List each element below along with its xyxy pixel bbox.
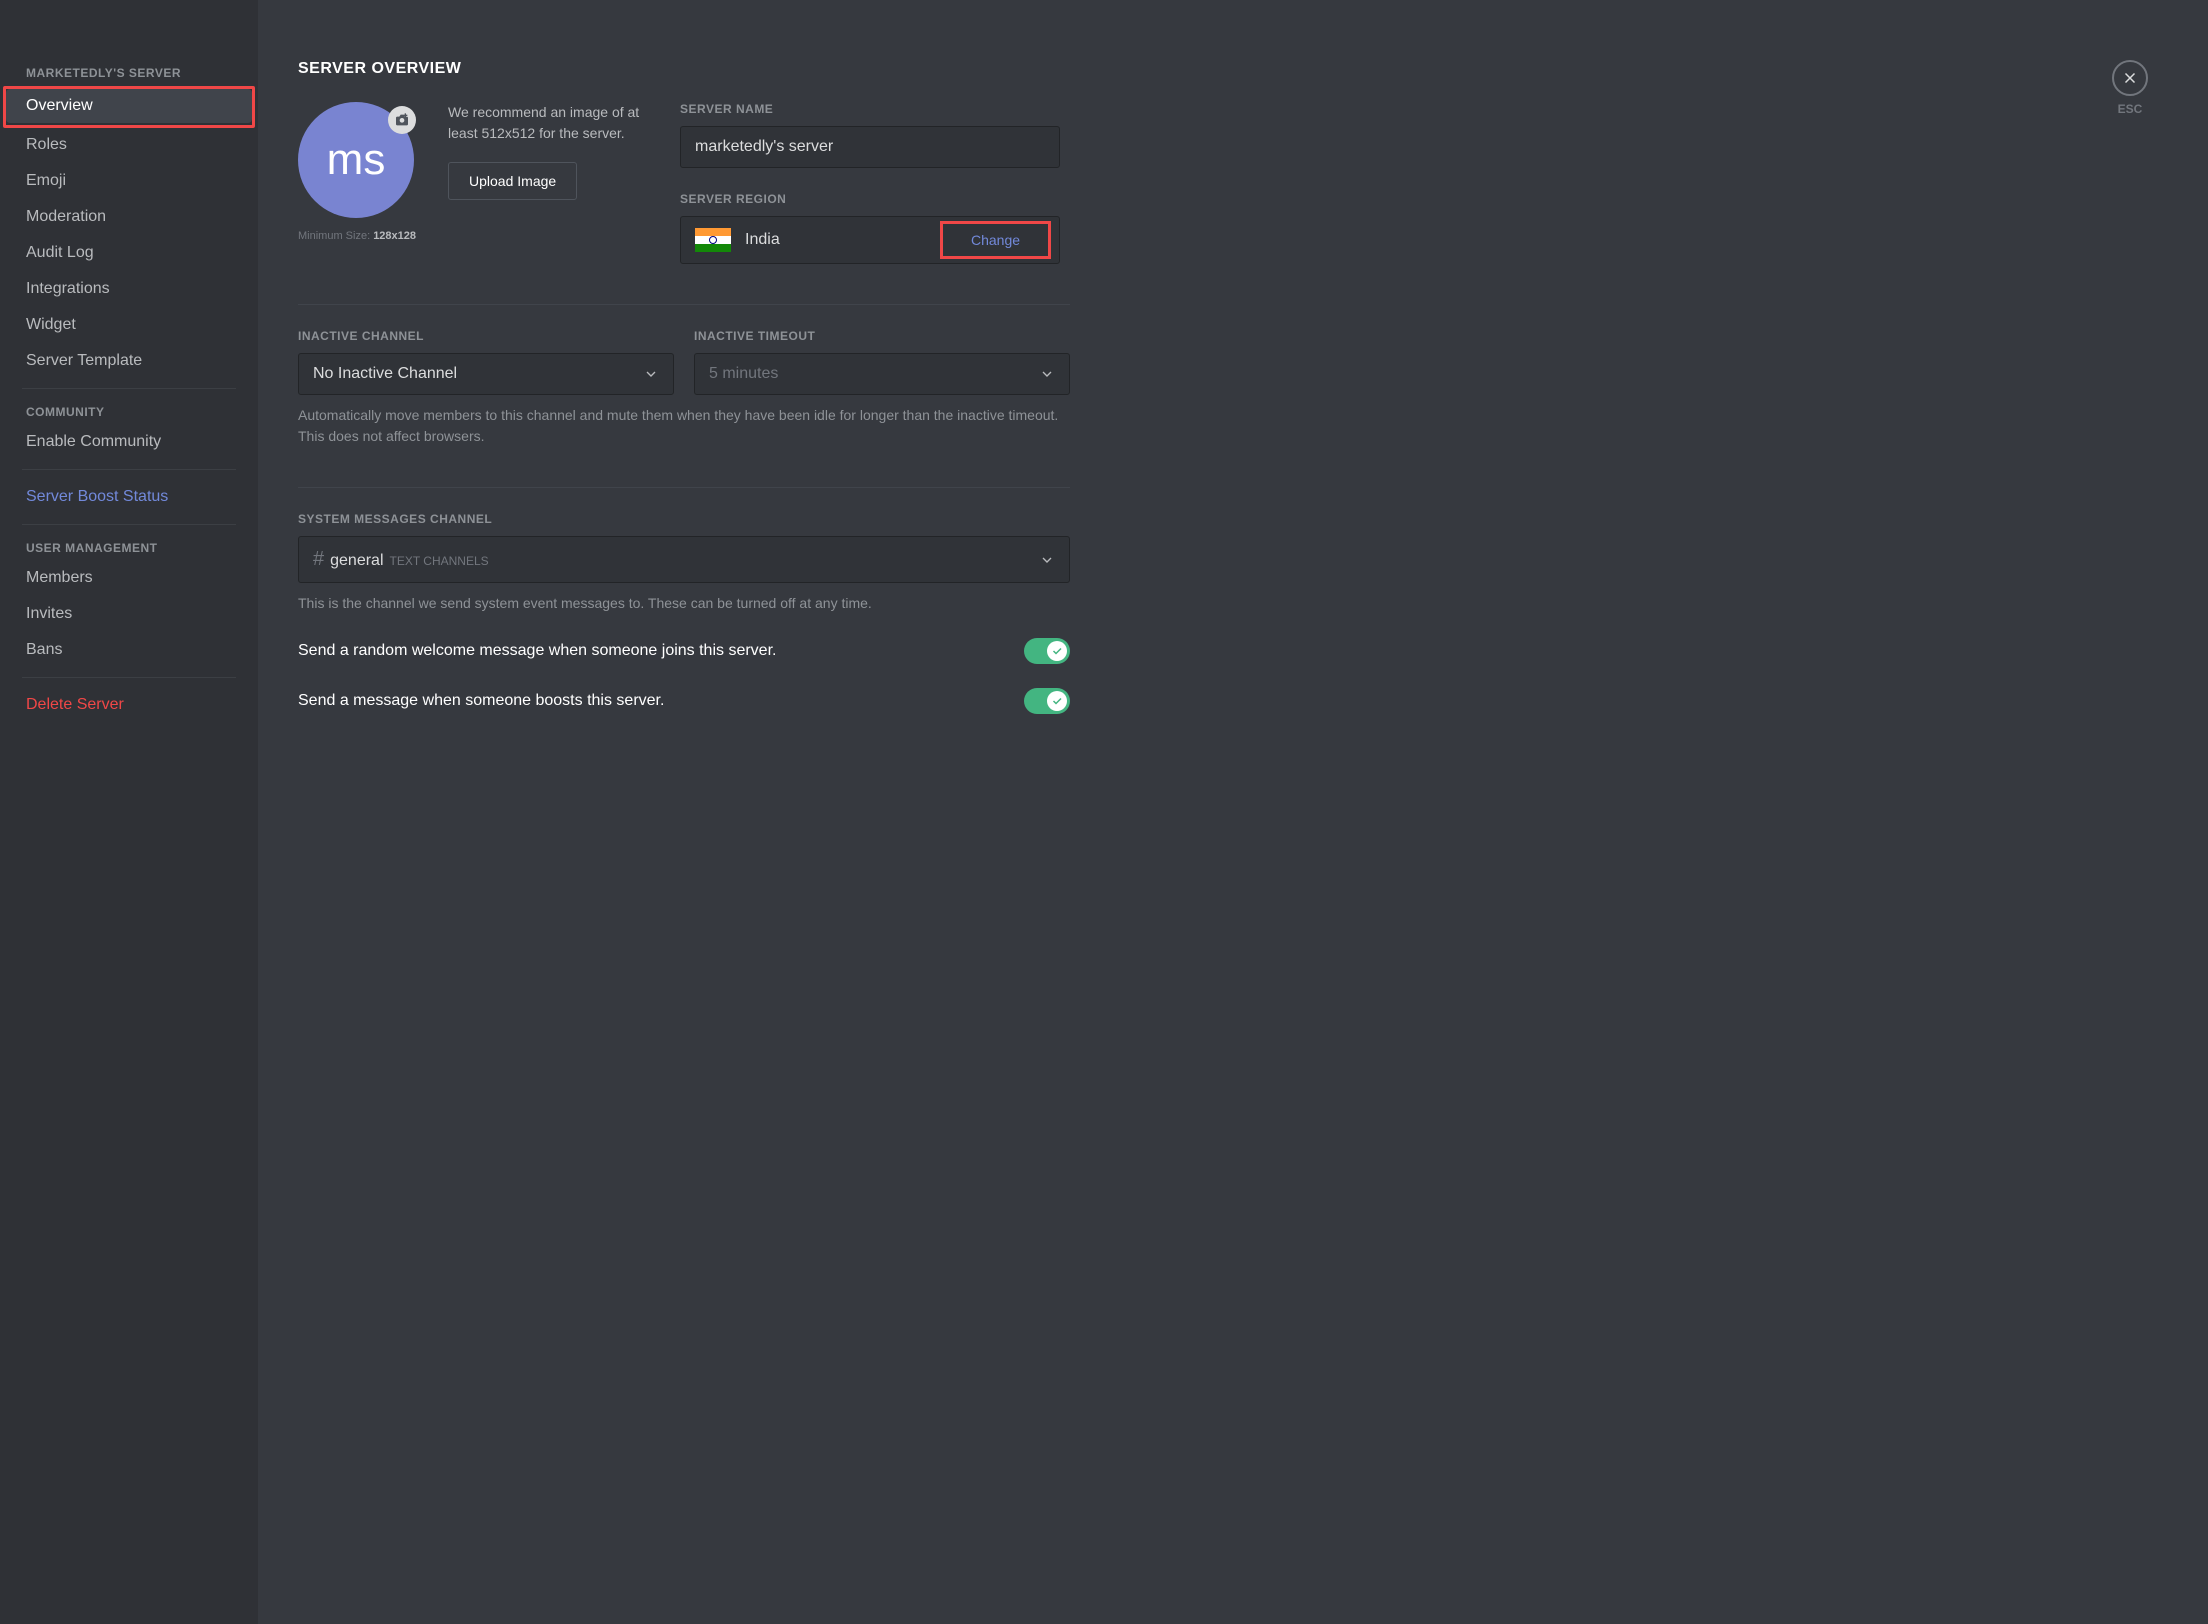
- inactive-timeout-value: 5 minutes: [709, 365, 778, 383]
- highlight-overview: Overview: [3, 86, 255, 128]
- sidebar-item-audit-log[interactable]: Audit Log: [6, 236, 252, 270]
- inactive-timeout-label: INACTIVE TIMEOUT: [694, 329, 1070, 343]
- main-content: ESC SERVER OVERVIEW ms Minimum Size: 128…: [258, 0, 2208, 1624]
- close-icon: [2121, 69, 2139, 87]
- divider: [22, 469, 236, 470]
- settings-sidebar: MARKETEDLY'S SERVER Overview Roles Emoji…: [0, 0, 258, 1624]
- sidebar-item-moderation[interactable]: Moderation: [6, 200, 252, 234]
- sidebar-item-invites[interactable]: Invites: [6, 597, 252, 631]
- sidebar-item-emoji[interactable]: Emoji: [6, 164, 252, 198]
- boost-message-label: Send a message when someone boosts this …: [298, 692, 664, 710]
- boost-message-row: Send a message when someone boosts this …: [298, 688, 1070, 714]
- sidebar-item-server-template[interactable]: Server Template: [6, 344, 252, 378]
- min-size-text: Minimum Size: 128x128: [298, 230, 416, 242]
- sidebar-section-server: MARKETEDLY'S SERVER: [6, 60, 252, 86]
- system-helper-text: This is the channel we send system event…: [298, 593, 1070, 614]
- sidebar-item-bans[interactable]: Bans: [6, 633, 252, 667]
- divider: [298, 487, 1070, 488]
- inactive-channel-label: INACTIVE CHANNEL: [298, 329, 674, 343]
- inactive-channel-select[interactable]: No Inactive Channel: [298, 353, 674, 395]
- divider: [298, 304, 1070, 305]
- divider: [22, 388, 236, 389]
- highlight-change-button: Change: [940, 221, 1051, 259]
- recommend-text: We recommend an image of at least 512x51…: [448, 102, 648, 144]
- overview-top-row: ms Minimum Size: 128x128 We recommend an…: [298, 102, 2168, 264]
- close-button[interactable]: [2112, 60, 2148, 96]
- sidebar-item-delete-server[interactable]: Delete Server: [6, 688, 252, 722]
- inactive-timeout-select[interactable]: 5 minutes: [694, 353, 1070, 395]
- sidebar-item-widget[interactable]: Widget: [6, 308, 252, 342]
- region-name: India: [745, 231, 926, 249]
- welcome-message-label: Send a random welcome message when someo…: [298, 642, 776, 660]
- esc-label: ESC: [2112, 102, 2148, 116]
- inactive-row: INACTIVE CHANNEL No Inactive Channel INA…: [298, 329, 1070, 395]
- sidebar-item-boost-status[interactable]: Server Boost Status: [6, 480, 252, 514]
- server-region-row: India Change: [680, 216, 1060, 264]
- sidebar-item-roles[interactable]: Roles: [6, 128, 252, 162]
- chevron-down-icon: [1039, 366, 1055, 382]
- divider: [22, 677, 236, 678]
- server-region-label: SERVER REGION: [680, 192, 1060, 206]
- sidebar-item-integrations[interactable]: Integrations: [6, 272, 252, 306]
- toggle-knob: [1047, 641, 1067, 661]
- sidebar-section-community: COMMUNITY: [6, 399, 252, 425]
- toggle-knob: [1047, 691, 1067, 711]
- sidebar-item-enable-community[interactable]: Enable Community: [6, 425, 252, 459]
- upload-section: We recommend an image of at least 512x51…: [448, 102, 648, 264]
- page-title: SERVER OVERVIEW: [298, 60, 2168, 78]
- server-name-label: SERVER NAME: [680, 102, 1060, 116]
- inactive-helper-text: Automatically move members to this chann…: [298, 405, 1070, 447]
- chevron-down-icon: [643, 366, 659, 382]
- change-region-button[interactable]: Change: [945, 226, 1046, 254]
- system-channel-select[interactable]: #generalTEXT CHANNELS: [298, 536, 1070, 583]
- server-name-input[interactable]: [680, 126, 1060, 168]
- upload-image-button[interactable]: Upload Image: [448, 162, 577, 200]
- sidebar-section-user-mgmt: USER MANAGEMENT: [6, 535, 252, 561]
- sidebar-item-overview[interactable]: Overview: [6, 89, 252, 123]
- hash-icon: #: [313, 548, 324, 570]
- system-channel-label: SYSTEM MESSAGES CHANNEL: [298, 512, 1070, 526]
- upload-image-icon[interactable]: [388, 106, 416, 134]
- welcome-message-row: Send a random welcome message when someo…: [298, 638, 1070, 664]
- chevron-down-icon: [1039, 552, 1055, 568]
- inactive-channel-value: No Inactive Channel: [313, 365, 457, 383]
- divider: [22, 524, 236, 525]
- system-channel-value: #generalTEXT CHANNELS: [313, 548, 489, 571]
- boost-message-toggle[interactable]: [1024, 688, 1070, 714]
- server-name-region-section: SERVER NAME SERVER REGION India Change: [680, 102, 1060, 264]
- india-flag-icon: [695, 228, 731, 252]
- server-avatar[interactable]: ms: [298, 102, 416, 218]
- close-button-group: ESC: [2112, 60, 2148, 116]
- sidebar-item-members[interactable]: Members: [6, 561, 252, 595]
- welcome-message-toggle[interactable]: [1024, 638, 1070, 664]
- avatar-section: ms Minimum Size: 128x128: [298, 102, 416, 264]
